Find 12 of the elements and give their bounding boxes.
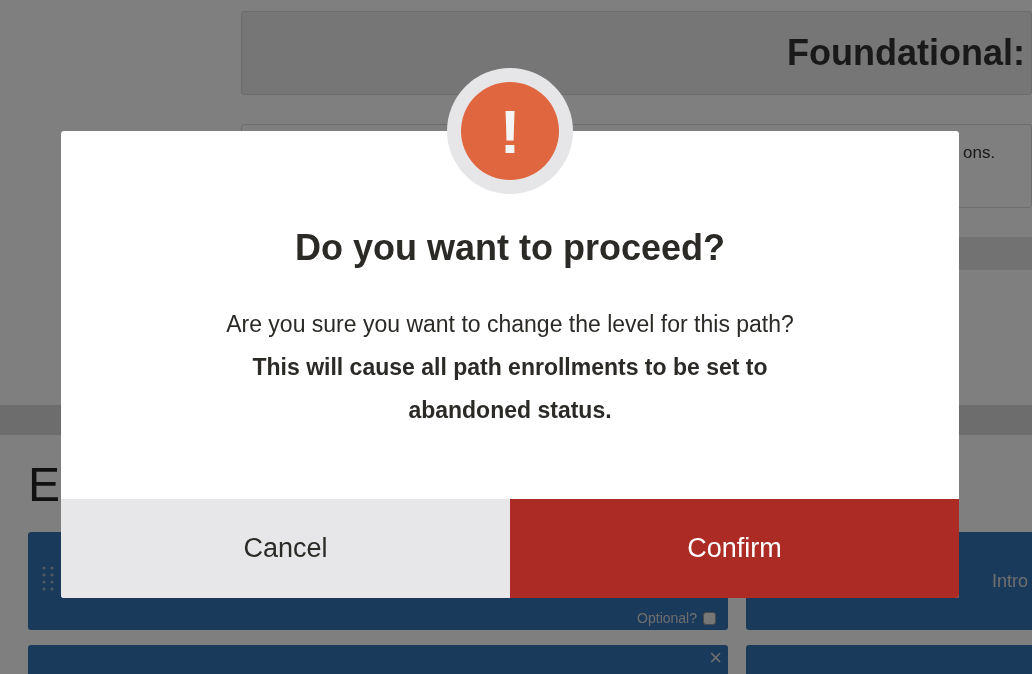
description-text: ons. — [963, 143, 996, 162]
section-heading: E — [28, 463, 61, 507]
optional-label: Optional? — [637, 610, 697, 626]
card-title: Intro — [992, 571, 1029, 592]
warning-icon: ! — [461, 82, 559, 180]
dialog-message: Are you sure you want to change the level for this path? This will cause all path enrollments to be set to abandoned status. — [225, 310, 795, 425]
confirm-button[interactable]: Confirm — [510, 499, 959, 598]
page-title: Foundational: — [787, 32, 1025, 74]
dialog-title: Do you want to proceed? — [294, 226, 726, 270]
cancel-button[interactable]: Cancel — [61, 499, 510, 598]
drag-handle-icon[interactable] — [42, 566, 54, 592]
optional-checkbox[interactable] — [703, 611, 716, 625]
